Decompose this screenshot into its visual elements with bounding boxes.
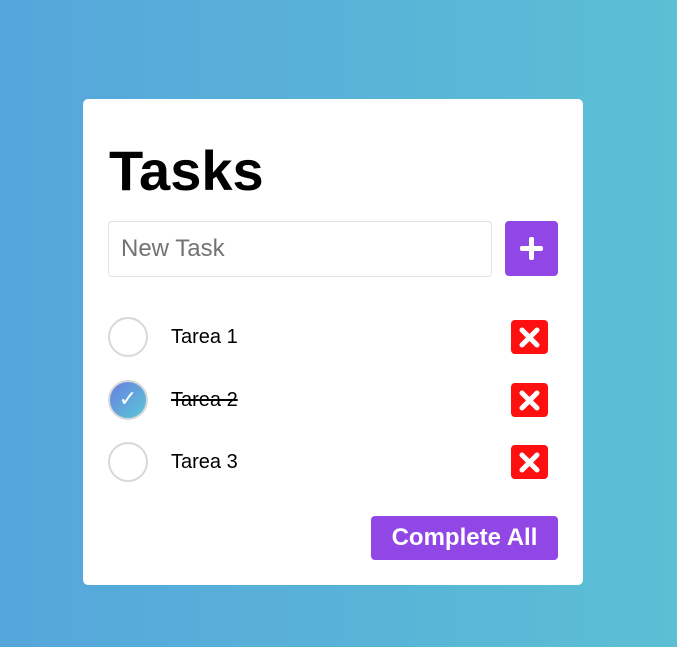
- delete-task-button[interactable]: [511, 445, 548, 479]
- new-task-input[interactable]: [108, 221, 492, 277]
- task-checkbox[interactable]: [108, 442, 148, 482]
- add-task-button[interactable]: [505, 221, 558, 276]
- checkmark-icon: ✓: [118, 387, 138, 412]
- close-icon: [519, 452, 540, 473]
- task-label: Tarea 3: [171, 451, 238, 473]
- task-item: Tarea 1: [108, 317, 548, 357]
- task-label: Tarea 2: [171, 389, 238, 411]
- delete-task-button[interactable]: [511, 320, 548, 354]
- task-checkbox-checked[interactable]: ✓: [108, 380, 148, 420]
- delete-task-button[interactable]: [511, 383, 548, 417]
- task-label: Tarea 1: [171, 326, 238, 348]
- task-card: Tasks Tarea 1 ✓ Tarea 2: [83, 99, 583, 585]
- task-item: Tarea 3: [108, 442, 548, 482]
- close-icon: [519, 390, 540, 411]
- complete-all-button[interactable]: Complete All: [371, 516, 558, 560]
- page-title: Tasks: [109, 139, 264, 202]
- task-checkbox[interactable]: [108, 317, 148, 357]
- close-icon: [519, 327, 540, 348]
- task-item: ✓ Tarea 2: [108, 380, 548, 420]
